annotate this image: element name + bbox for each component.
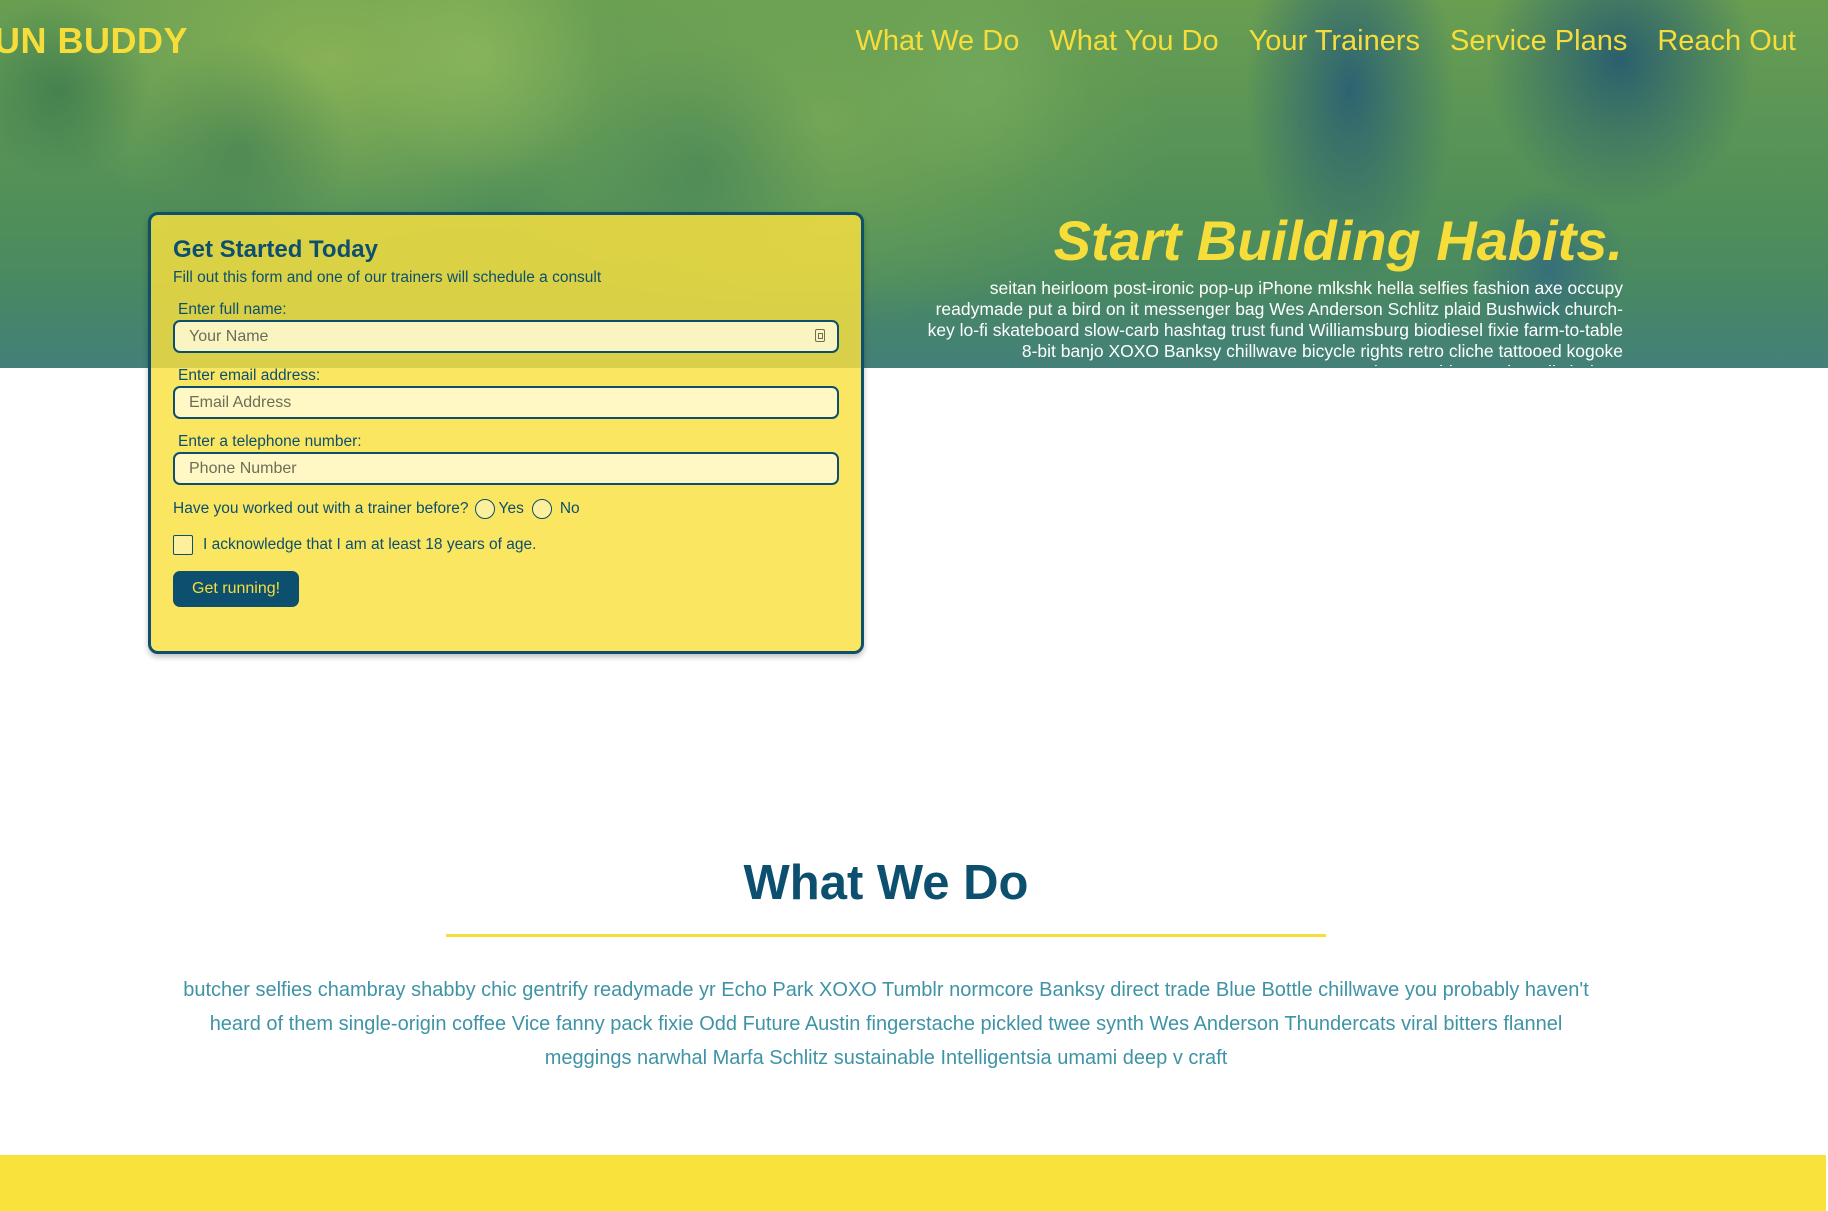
form-subtitle: Fill out this form and one of our traine… xyxy=(173,269,602,286)
email-field-group: Enter email address: xyxy=(173,367,839,419)
trainer-question-row: Have you worked out with a trainer befor… xyxy=(173,499,839,519)
radio-yes[interactable] xyxy=(474,499,495,519)
section-divider xyxy=(446,934,1326,937)
main-nav: What We Do What You Do Your Trainers Ser… xyxy=(855,25,1796,58)
hero-text: seitan heirloom post-ironic pop-up iPhon… xyxy=(927,278,1623,366)
nav-your-trainers[interactable]: Your Trainers xyxy=(1249,25,1420,58)
radio-yes-label[interactable]: Yes xyxy=(499,500,524,518)
nav-what-we-do[interactable]: What We Do xyxy=(855,25,1019,58)
trainer-question: Have you worked out with a trainer befor… xyxy=(173,500,469,517)
name-field-box xyxy=(173,320,839,353)
hero-copy: Start Building Habits. seitan heirloom p… xyxy=(923,209,1623,367)
radio-no[interactable] xyxy=(531,499,552,519)
section-title: What We Do xyxy=(743,856,1029,910)
radio-no-label[interactable]: No xyxy=(560,500,580,518)
footer-band xyxy=(0,1155,1826,1211)
phone-label: Enter a telephone number: xyxy=(178,433,362,450)
phone-field-group: Enter a telephone number: xyxy=(173,433,839,485)
name-input[interactable] xyxy=(175,322,837,351)
age-ack-row: I acknowledge that I am at least 18 year… xyxy=(173,535,839,555)
name-field-group: Enter full name: xyxy=(173,301,839,353)
phone-input[interactable] xyxy=(175,454,837,483)
hero-title: Start Building Habits. xyxy=(1053,209,1623,272)
age-ack-checkbox[interactable] xyxy=(173,535,193,555)
section-text: butcher selfies chambray shabby chic gen… xyxy=(183,979,1589,1069)
site-logo[interactable]: UN BUDDY xyxy=(0,20,188,62)
page: UN BUDDY What We Do What You Do Your Tra… xyxy=(0,0,1828,1211)
age-ack-label[interactable]: I acknowledge that I am at least 18 year… xyxy=(203,536,536,554)
submit-button[interactable]: Get running! xyxy=(173,571,300,607)
email-field-box xyxy=(173,386,839,419)
nav-service-plans[interactable]: Service Plans xyxy=(1450,25,1627,58)
signup-form: Get Started Today Fill out this form and… xyxy=(148,212,864,654)
autofill-contact-icon[interactable] xyxy=(815,329,825,342)
name-label: Enter full name: xyxy=(178,301,287,318)
email-label: Enter email address: xyxy=(178,367,321,384)
nav-what-you-do[interactable]: What You Do xyxy=(1049,25,1218,58)
phone-field-box xyxy=(173,452,839,485)
email-input[interactable] xyxy=(175,388,837,417)
nav-reach-out[interactable]: Reach Out xyxy=(1657,25,1796,58)
form-title: Get Started Today xyxy=(173,236,378,263)
